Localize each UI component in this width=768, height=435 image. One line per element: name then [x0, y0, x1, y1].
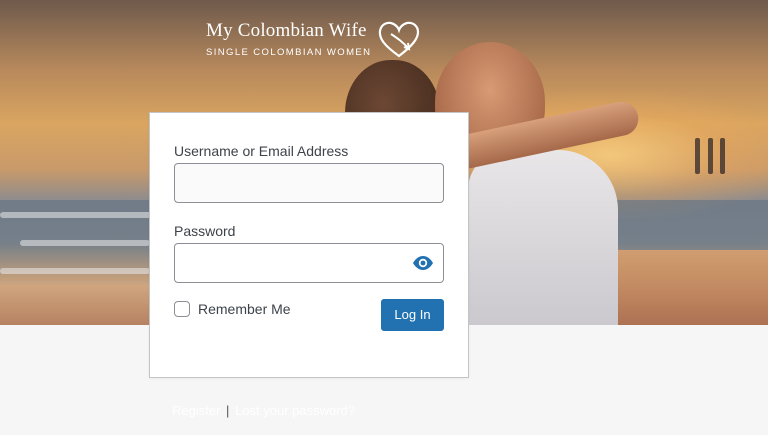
lost-password-link[interactable]: Lost your password? — [235, 403, 355, 418]
logo-subtitle: SINGLE COLOMBIAN WOMEN — [206, 47, 372, 58]
logo-title: My Colombian Wife — [206, 20, 367, 41]
password-label: Password — [174, 223, 236, 239]
remember-me-checkbox[interactable] — [174, 301, 190, 317]
remember-me-row: Remember Me — [174, 301, 291, 317]
login-form: Username or Email Address Password Remem… — [149, 112, 469, 378]
site-logo[interactable]: My Colombian Wife SINGLE COLOMBIAN WOMEN — [204, 18, 424, 62]
footer-links: Register | Lost your password? — [172, 403, 355, 418]
distant-person — [720, 138, 725, 174]
show-password-button[interactable] — [408, 254, 438, 272]
login-button[interactable]: Log In — [381, 299, 444, 331]
remember-me-label[interactable]: Remember Me — [198, 301, 291, 317]
username-label: Username or Email Address — [174, 143, 349, 159]
distant-person — [708, 138, 713, 174]
distant-person — [695, 138, 700, 174]
wave — [0, 268, 150, 274]
wave — [0, 212, 170, 218]
password-input[interactable] — [174, 243, 444, 283]
eye-icon — [413, 256, 433, 270]
register-link[interactable]: Register — [172, 403, 220, 418]
link-separator: | — [226, 403, 230, 418]
heart-icon — [378, 21, 420, 58]
man-shirt — [468, 150, 618, 325]
username-input[interactable] — [174, 163, 444, 203]
wave — [20, 240, 150, 246]
